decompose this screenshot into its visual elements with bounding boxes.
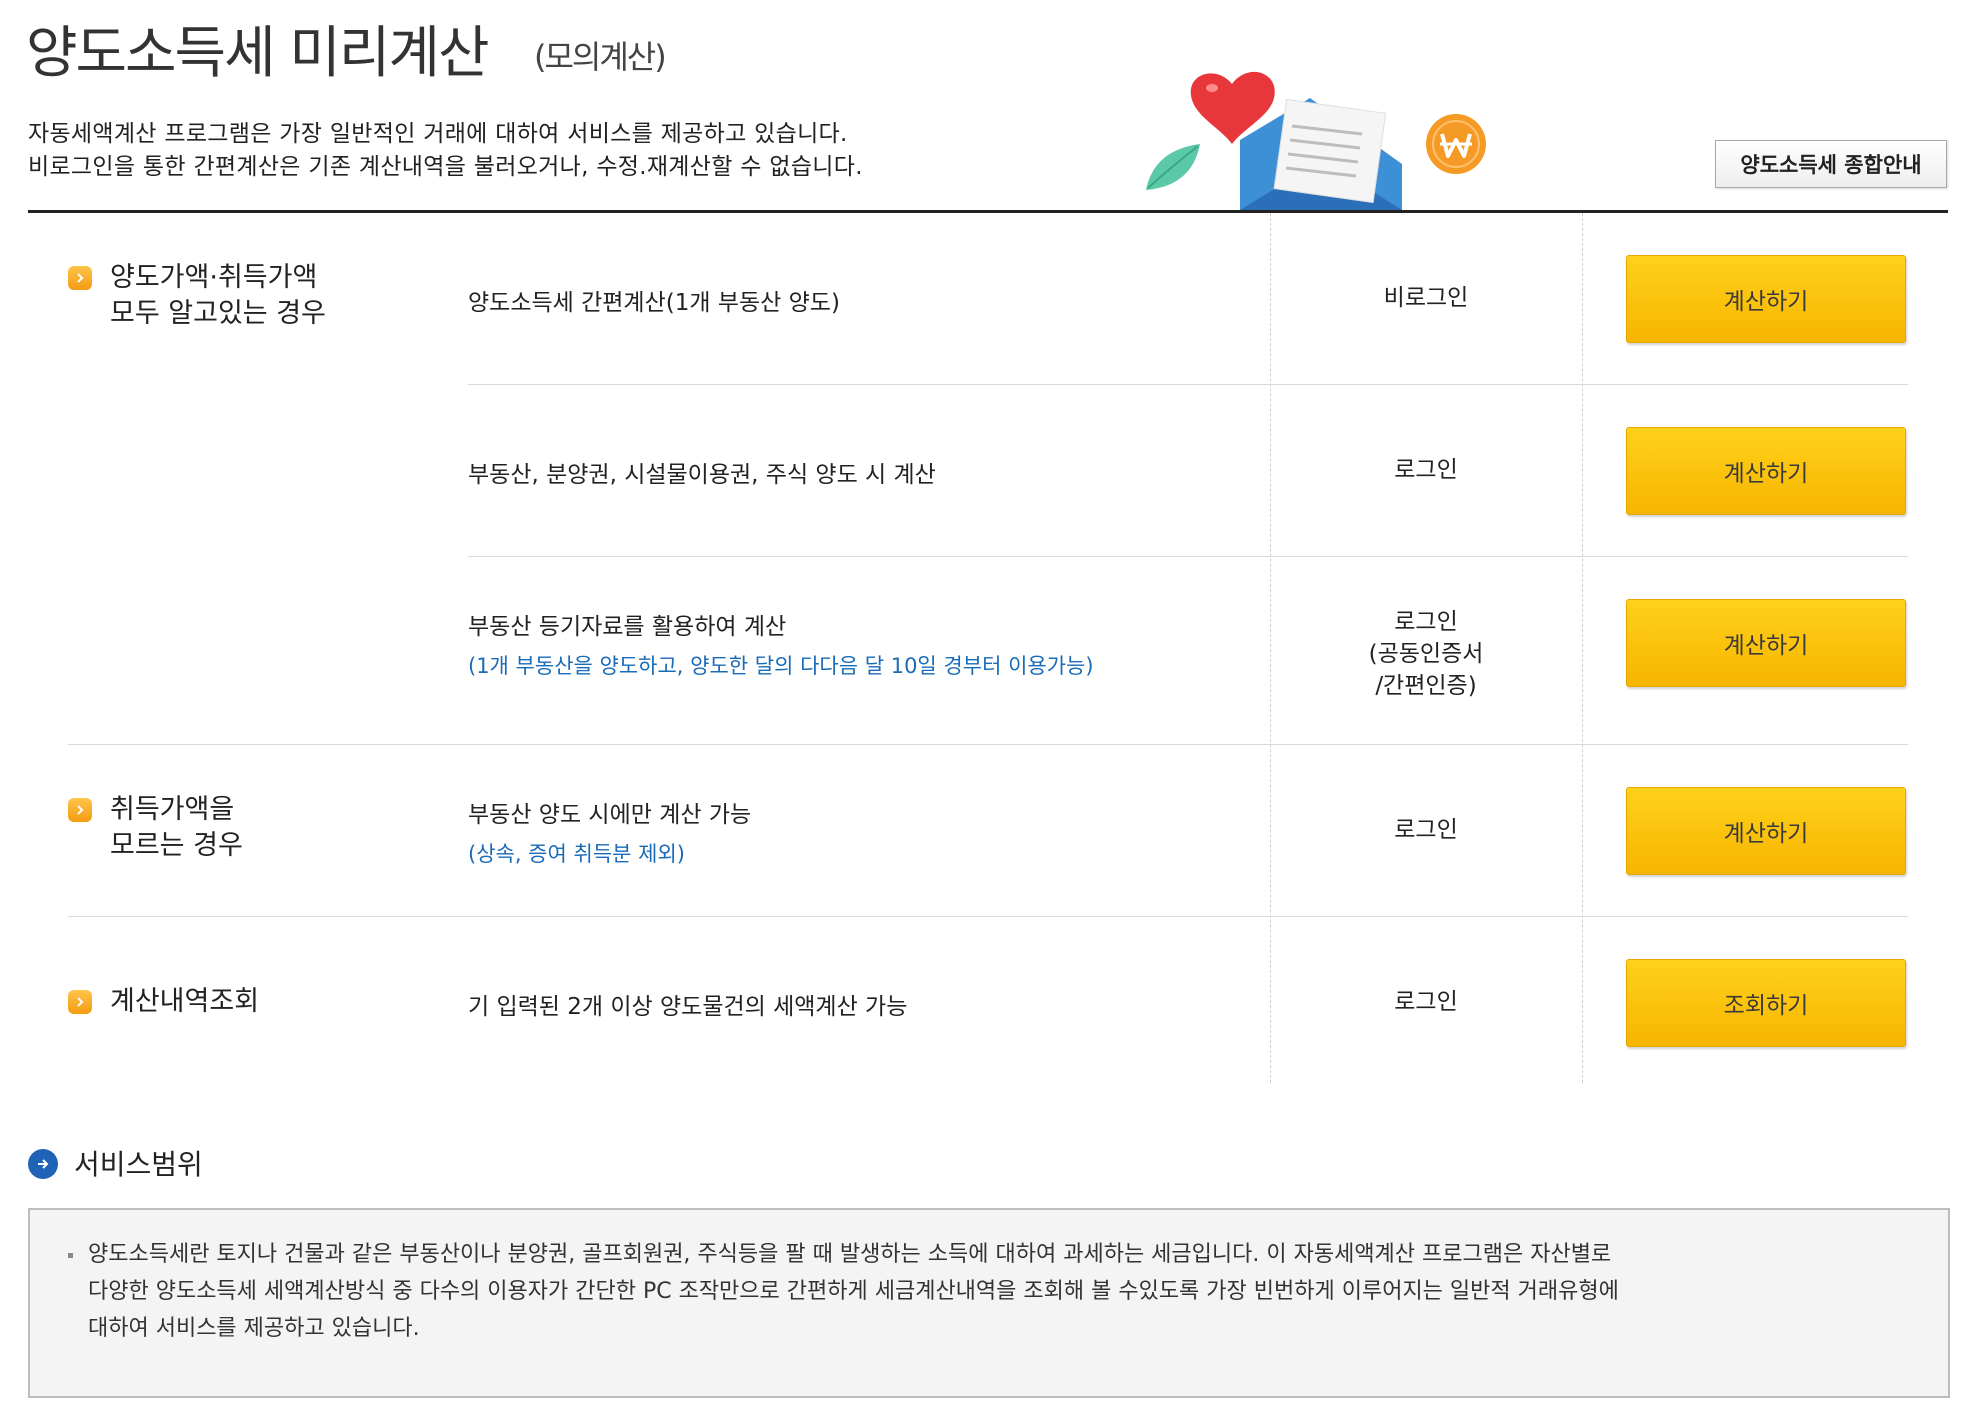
login-requirement: 로그인 [1326, 454, 1526, 486]
calculate-button[interactable]: 계산하기 [1626, 787, 1906, 875]
service-name: 부동산 양도 시에만 계산 가능 [468, 802, 752, 828]
service-note: (1개 부동산을 양도하고, 양도한 달의 다다음 달 10일 경부터 이용가능… [468, 654, 1094, 678]
header-illustration [1146, 71, 1486, 210]
arrow-right-circle-icon [28, 1149, 58, 1179]
column-divider-button [1582, 213, 1583, 1083]
leaf-icon [1146, 144, 1200, 190]
login-requirement-line: 로그인 [1394, 457, 1458, 483]
service-range-line: 대하여 서비스를 제공하고 있습니다. [88, 1316, 420, 1341]
tax-guide-button[interactable]: 양도소득세 종합안내 [1715, 140, 1947, 188]
category-label-unknown-acquisition: 취득가액을 모르는 경우 [110, 792, 243, 864]
login-requirement: 비로그인 [1326, 282, 1526, 314]
service-name: 부동산 등기자료를 활용하여 계산 [468, 614, 787, 640]
won-coin-icon [1426, 114, 1486, 174]
login-requirement: 로그인 [1326, 814, 1526, 846]
calculate-button[interactable]: 계산하기 [1626, 427, 1906, 515]
page-subtitle: (모의계산) [534, 38, 667, 76]
group-divider [68, 916, 1908, 917]
section-title: 서비스범위 [74, 1148, 203, 1181]
category-label-line: 모두 알고있는 경우 [110, 298, 326, 329]
service-range-line: 다양한 양도소득세 세액계산방식 중 다수의 이용자가 간단한 PC 조작만으로… [88, 1279, 1619, 1304]
envelope-icon [1240, 98, 1402, 210]
login-requirement-line: /간편인증) [1375, 673, 1477, 699]
row-divider [468, 384, 1908, 385]
category-label-line: 모르는 경우 [110, 830, 243, 861]
login-requirement-line: 비로그인 [1383, 285, 1469, 311]
chevron-right-icon [68, 798, 92, 822]
service-name: 양도소득세 간편계산(1개 부동산 양도) [468, 290, 840, 316]
column-divider-login [1270, 213, 1271, 1083]
category-label-known-prices: 양도가액·취득가액 모두 알고있는 경우 [110, 260, 326, 332]
service-name: 기 입력된 2개 이상 양도물건의 세액계산 가능 [468, 994, 908, 1020]
category-label-line: 계산내역조회 [110, 986, 260, 1017]
category-label-history: 계산내역조회 [110, 984, 259, 1020]
bullet-icon [68, 1253, 73, 1258]
login-requirement: 로그인 [1326, 986, 1526, 1018]
category-label-line: 취득가액을 [110, 794, 235, 825]
description-line-1: 자동세액계산 프로그램은 가장 일반적인 거래에 대하여 서비스를 제공하고 있… [28, 121, 848, 147]
row-divider [468, 556, 1908, 557]
lookup-button[interactable]: 조회하기 [1626, 959, 1906, 1047]
calculate-button[interactable]: 계산하기 [1626, 255, 1906, 343]
calculate-button[interactable]: 계산하기 [1626, 599, 1906, 687]
login-requirement-line: 로그인 [1394, 989, 1458, 1015]
group-divider [68, 744, 1908, 745]
category-label-line: 양도가액·취득가액 [110, 262, 318, 293]
login-requirement-line: (공동인증서 [1368, 641, 1484, 667]
page-title: 양도소득세 미리계산 [26, 21, 489, 86]
service-name: 부동산, 분양권, 시설물이용권, 주식 양도 시 계산 [468, 462, 936, 488]
service-range-text: 양도소득세란 토지나 건물과 같은 부동산이나 분양권, 골프회원권, 주식등을… [88, 1236, 1908, 1347]
service-range-line: 양도소득세란 토지나 건물과 같은 부동산이나 분양권, 골프회원권, 주식등을… [88, 1242, 1612, 1267]
login-requirement: 로그인 (공동인증서 /간편인증) [1326, 606, 1526, 702]
chevron-right-icon [68, 990, 92, 1014]
chevron-right-icon [68, 266, 92, 290]
description-line-2: 비로그인을 통한 간편계산은 기존 계산내역을 불러오거나, 수정.재계산할 수… [28, 154, 863, 180]
header-divider [28, 210, 1948, 213]
login-requirement-line: 로그인 [1394, 609, 1458, 635]
service-note: (상속, 증여 취득분 제외) [468, 842, 685, 866]
login-requirement-line: 로그인 [1394, 817, 1458, 843]
